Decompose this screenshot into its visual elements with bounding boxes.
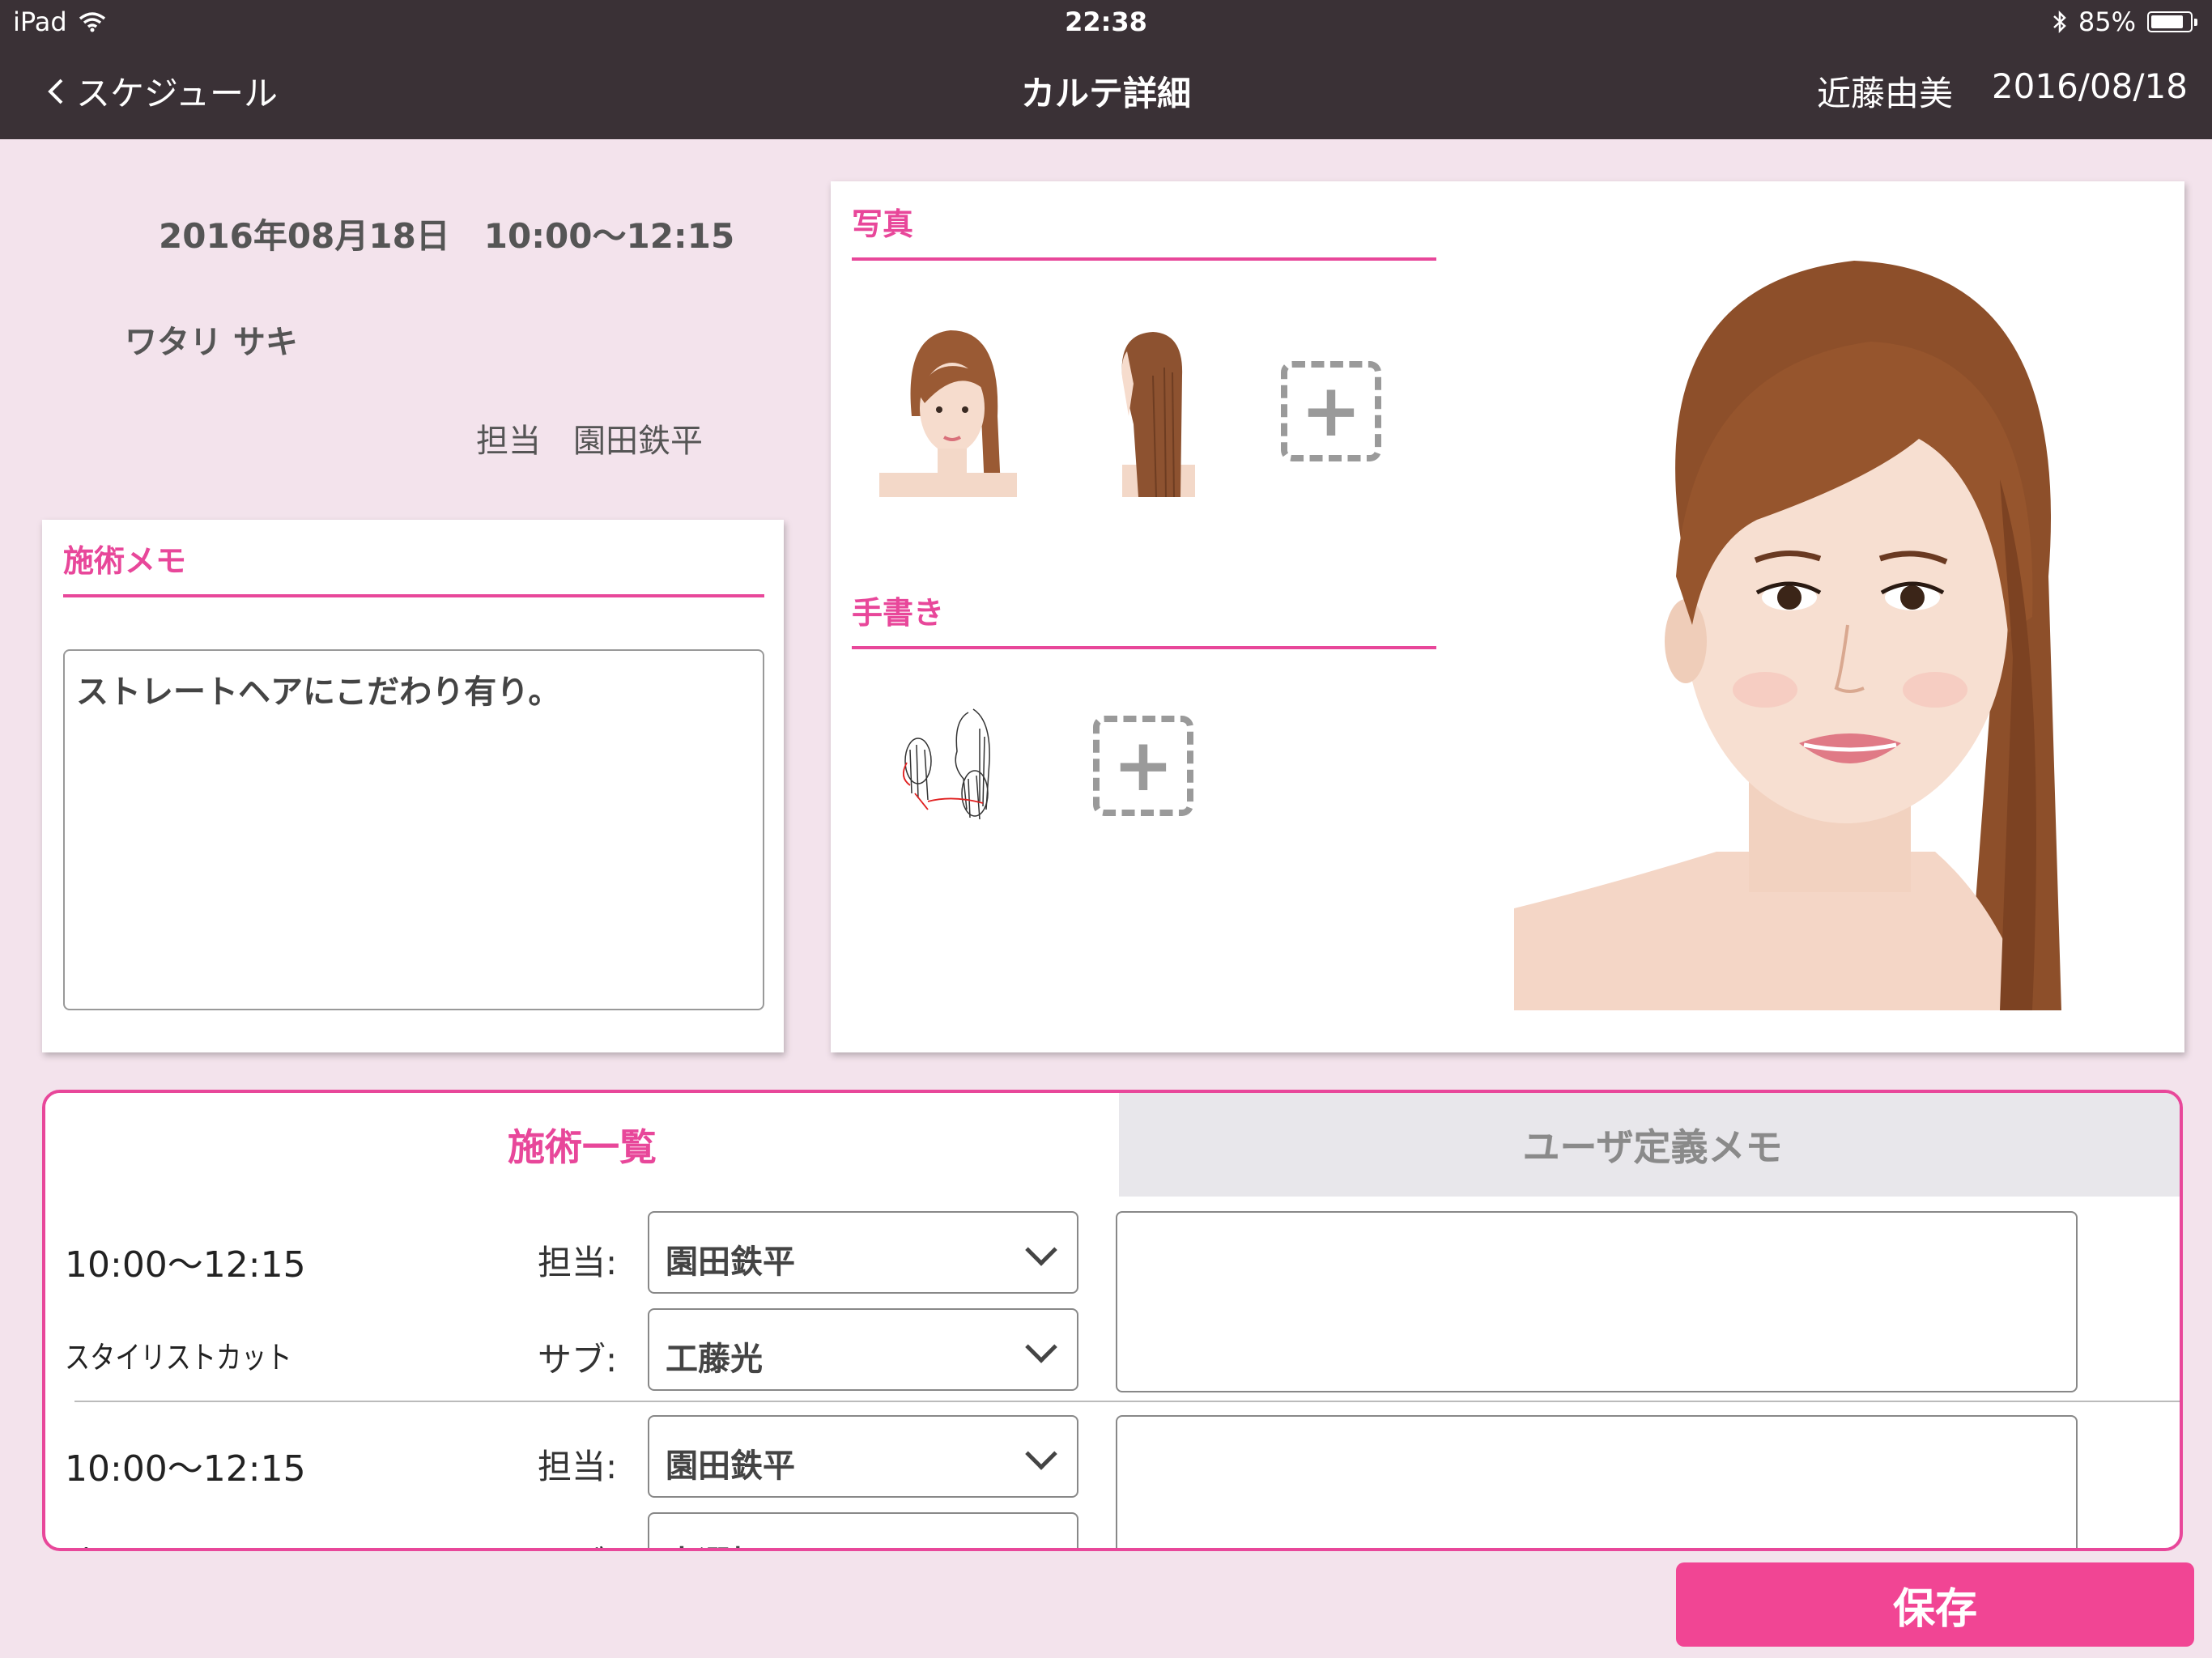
sub-staff-select[interactable]: 未選択	[648, 1512, 1078, 1548]
chevron-down-icon	[1025, 1234, 1057, 1266]
sub-staff-label: サブ:	[538, 1340, 618, 1380]
status-time: 22:38	[1065, 6, 1147, 37]
nav-date: 2016/08/18	[1991, 66, 2188, 106]
sub-staff-value: 工藤光	[666, 1341, 763, 1378]
main-staff-value: 園田鉄平	[666, 1448, 795, 1485]
chevron-down-icon	[1025, 1438, 1057, 1470]
chevron-down-icon	[1025, 1535, 1057, 1548]
staff-info: 担当 園田鉄平	[476, 414, 703, 461]
memo-card: 施術メモ ストレートヘアにこだわり有り。	[42, 520, 784, 1052]
treatment-row: 10:00〜12:15 スタイリストカット 担当: 園田鉄平 サブ: 工藤光	[45, 1206, 2180, 1409]
row-divider	[74, 1401, 2180, 1402]
main-staff-select[interactable]: 園田鉄平	[648, 1211, 1078, 1294]
staff-label: 担当	[476, 423, 541, 460]
photo-thumbnail-front[interactable]	[879, 319, 1017, 497]
main-staff-label: 担当:	[538, 1447, 618, 1486]
tab-treatment-list[interactable]: 施術一覧	[45, 1093, 1119, 1197]
save-button[interactable]: 保存	[1676, 1562, 2194, 1647]
main-photo[interactable]	[1514, 236, 2136, 1010]
photo-thumbnail-side[interactable]	[1106, 327, 1195, 497]
appointment-datetime: 2016年08月18日 10:00〜12:15	[159, 216, 735, 256]
handwriting-divider	[852, 646, 1436, 649]
chevron-down-icon	[1025, 1331, 1057, 1363]
tab-user-memo[interactable]: ユーザ定義メモ	[1119, 1093, 2180, 1197]
handwriting-title: 手書き	[852, 595, 945, 631]
treatment-note-field[interactable]	[1116, 1211, 2078, 1392]
add-handwriting-button[interactable]: +	[1093, 716, 1193, 816]
photo-card: 写真 + 手書き +	[831, 181, 2184, 1052]
sub-staff-value: 未選択	[666, 1545, 763, 1548]
sub-staff-select[interactable]: 工藤光	[648, 1308, 1078, 1391]
memo-divider	[63, 594, 764, 597]
add-photo-button[interactable]: +	[1281, 361, 1381, 461]
photo-title: 写真	[852, 206, 914, 242]
battery-icon	[2147, 11, 2197, 32]
staff-name: 園田鉄平	[573, 423, 703, 460]
treatment-row: 10:00〜12:15 パーマ 担当: 園田鉄平 サブ: 未選択	[45, 1410, 2180, 1548]
treatment-time: 10:00〜12:15	[65, 1244, 306, 1286]
battery-percent: 85%	[2078, 6, 2136, 37]
customer-name: ワタリ サキ	[125, 324, 298, 361]
navigation-bar: スケジュール カルテ詳細 近藤由美 2016/08/18	[0, 42, 2212, 139]
status-bar: iPad 22:38 85%	[0, 0, 2212, 42]
memo-textarea[interactable]: ストレートヘアにこだわり有り。	[63, 649, 764, 1010]
sub-staff-label: サブ:	[538, 1537, 617, 1548]
memo-title: 施術メモ	[63, 543, 187, 579]
main-staff-value: 園田鉄平	[666, 1244, 795, 1281]
handwriting-thumbnail[interactable]	[895, 704, 1017, 824]
main-staff-select[interactable]: 園田鉄平	[648, 1415, 1078, 1498]
treatment-panel: 施術一覧 ユーザ定義メモ 10:00〜12:15 スタイリストカット 担当: 園…	[42, 1090, 2183, 1551]
treatment-time: 10:00〜12:15	[65, 1448, 306, 1490]
treatment-note-field[interactable]	[1116, 1415, 2078, 1548]
user-name: 近藤由美	[1816, 74, 1953, 113]
bluetooth-icon	[2053, 10, 2066, 34]
treatment-menu: パーマ	[65, 1537, 140, 1548]
photo-divider	[852, 257, 1436, 261]
treatment-menu: スタイリストカット	[65, 1340, 292, 1375]
main-staff-label: 担当:	[538, 1243, 618, 1282]
